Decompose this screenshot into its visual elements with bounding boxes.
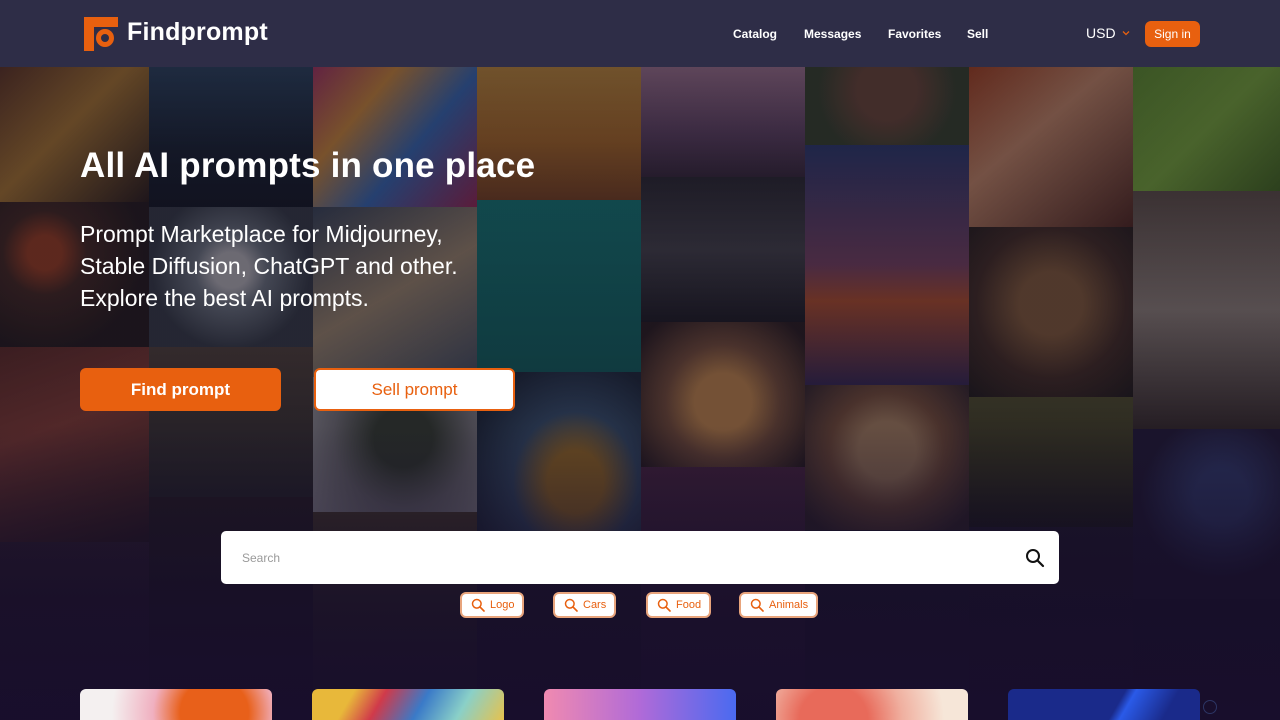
- logo-text: Findprompt: [127, 17, 268, 46]
- prompt-card[interactable]: [544, 689, 736, 720]
- mosaic-tile: [149, 67, 313, 207]
- mosaic-tile: [969, 397, 1133, 527]
- mosaic-tile: [1133, 67, 1280, 191]
- mosaic-tile: [1133, 429, 1280, 599]
- nav-messages[interactable]: Messages: [804, 27, 861, 41]
- tag-label: Cars: [583, 599, 607, 611]
- sign-in-button[interactable]: Sign in: [1145, 21, 1200, 47]
- mosaic-tile: [969, 67, 1133, 227]
- nav-sell[interactable]: Sell: [967, 27, 988, 41]
- prompt-card[interactable]: [776, 689, 968, 720]
- search-icon: [750, 598, 764, 612]
- mosaic-tile: [805, 145, 969, 385]
- currency-selector[interactable]: USD: [1086, 25, 1130, 41]
- mosaic-tile: [641, 67, 805, 177]
- site-header: Findprompt Catalog Messages Favorites Se…: [0, 0, 1280, 67]
- search-icon: [564, 598, 578, 612]
- search-bar: [221, 531, 1059, 584]
- search-icon[interactable]: [1025, 548, 1045, 568]
- sell-prompt-button[interactable]: Sell prompt: [314, 368, 515, 411]
- logo[interactable]: Findprompt: [80, 13, 268, 51]
- prompt-card[interactable]: [80, 689, 272, 720]
- nav-catalog[interactable]: Catalog: [733, 27, 777, 41]
- mosaic-tile: [969, 227, 1133, 397]
- chevron-down-icon: [1122, 31, 1130, 36]
- tag-cars[interactable]: Cars: [553, 592, 617, 618]
- tag-label: Food: [676, 599, 702, 611]
- search-input[interactable]: [242, 550, 1002, 565]
- prompt-card[interactable]: [312, 689, 504, 720]
- hero-title: All AI prompts in one place: [80, 146, 536, 185]
- mosaic-tile: [313, 67, 477, 207]
- tag-label: Logo: [490, 599, 515, 611]
- prompt-card[interactable]: [1008, 689, 1200, 720]
- tag-logo[interactable]: Logo: [460, 592, 525, 618]
- tag-label: Animals: [769, 599, 809, 611]
- mosaic-tile: [641, 322, 805, 467]
- search-icon: [471, 598, 485, 612]
- find-prompt-button[interactable]: Find prompt: [80, 368, 281, 411]
- hero-subtitle-line: Prompt Marketplace for Midjourney,: [80, 221, 443, 247]
- mosaic-tile: [805, 385, 969, 530]
- mosaic-tile: [1133, 191, 1280, 429]
- tag-animals[interactable]: Animals: [739, 592, 819, 618]
- nav-favorites[interactable]: Favorites: [888, 27, 941, 41]
- hero-subtitle-line: Explore the best AI prompts.: [80, 285, 369, 311]
- search-icon: [657, 598, 671, 612]
- hero-subtitle: Prompt Marketplace for Midjourney, Stabl…: [80, 218, 500, 314]
- tag-food[interactable]: Food: [646, 592, 712, 618]
- mosaic-tile: [641, 177, 805, 322]
- logo-icon: [84, 17, 118, 51]
- currency-label: USD: [1086, 25, 1116, 41]
- tag-suggestions: Logo Cars Food Animals: [0, 592, 1280, 618]
- mosaic-tile: [477, 200, 641, 372]
- recaptcha-badge-icon: [1203, 700, 1217, 714]
- hero-subtitle-line: Stable Diffusion, ChatGPT and other.: [80, 253, 458, 279]
- mosaic-tile: [805, 67, 969, 145]
